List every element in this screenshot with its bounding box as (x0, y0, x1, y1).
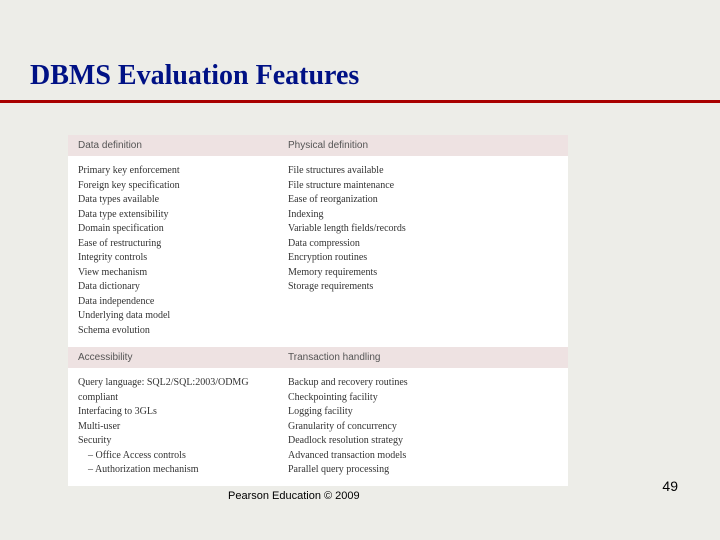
list-item: Data independence (78, 295, 288, 310)
list-item: Security (78, 434, 288, 449)
list-item: Primary key enforcement (78, 164, 288, 179)
table-section-body: Primary key enforcement Foreign key spec… (68, 156, 568, 346)
footer-copyright: Pearson Education © 2009 (228, 490, 360, 502)
list-item: Backup and recovery routines (288, 376, 568, 391)
list-item: Deadlock resolution strategy (288, 434, 568, 449)
list-item: Integrity controls (78, 251, 288, 266)
list-item: Underlying data model (78, 309, 288, 324)
list-item: Data compression (288, 237, 568, 252)
table-header-cell: Data definition (78, 140, 288, 151)
horizontal-rule (0, 100, 720, 103)
list-item: Encryption routines (288, 251, 568, 266)
table-cell-list: Primary key enforcement Foreign key spec… (78, 164, 288, 338)
table-cell-list: File structures available File structure… (288, 164, 568, 338)
list-item: Variable length fields/records (288, 222, 568, 237)
list-item: Ease of reorganization (288, 193, 568, 208)
list-item: Schema evolution (78, 324, 288, 339)
list-item: Parallel query processing (288, 463, 568, 478)
list-item: Query language: SQL2/SQL:2003/ODMG compl… (78, 376, 288, 405)
slide-title: DBMS Evaluation Features (30, 60, 359, 92)
list-item: Data dictionary (78, 280, 288, 295)
list-item: Advanced transaction models (288, 449, 568, 464)
list-item: Foreign key specification (78, 179, 288, 194)
list-item: Ease of restructuring (78, 237, 288, 252)
list-item: – Office Access controls (78, 449, 288, 464)
list-item: File structure maintenance (288, 179, 568, 194)
list-item: Memory requirements (288, 266, 568, 281)
slide: DBMS Evaluation Features Data definition… (0, 0, 720, 540)
list-item: Indexing (288, 208, 568, 223)
list-item: Logging facility (288, 405, 568, 420)
table-header-cell: Accessibility (78, 352, 288, 363)
list-item: Checkpointing facility (288, 391, 568, 406)
table-cell-list: Query language: SQL2/SQL:2003/ODMG compl… (78, 376, 288, 478)
list-item: Data type extensibility (78, 208, 288, 223)
table-cell-list: Backup and recovery routines Checkpointi… (288, 376, 568, 478)
table-section-header: Accessibility Transaction handling (68, 346, 568, 368)
list-item: Storage requirements (288, 280, 568, 295)
table-section-body: Query language: SQL2/SQL:2003/ODMG compl… (68, 368, 568, 486)
list-item: Interfacing to 3GLs (78, 405, 288, 420)
list-item: File structures available (288, 164, 568, 179)
list-item: Data types available (78, 193, 288, 208)
list-item: – Authorization mechanism (78, 463, 288, 478)
list-item: Granularity of concurrency (288, 420, 568, 435)
list-item: Domain specification (78, 222, 288, 237)
list-item: View mechanism (78, 266, 288, 281)
table-section-header: Data definition Physical definition (68, 135, 568, 156)
table-header-cell: Physical definition (288, 140, 568, 151)
features-table: Data definition Physical definition Prim… (68, 135, 568, 486)
page-number: 49 (662, 478, 678, 494)
table-header-cell: Transaction handling (288, 352, 568, 363)
list-item: Multi-user (78, 420, 288, 435)
